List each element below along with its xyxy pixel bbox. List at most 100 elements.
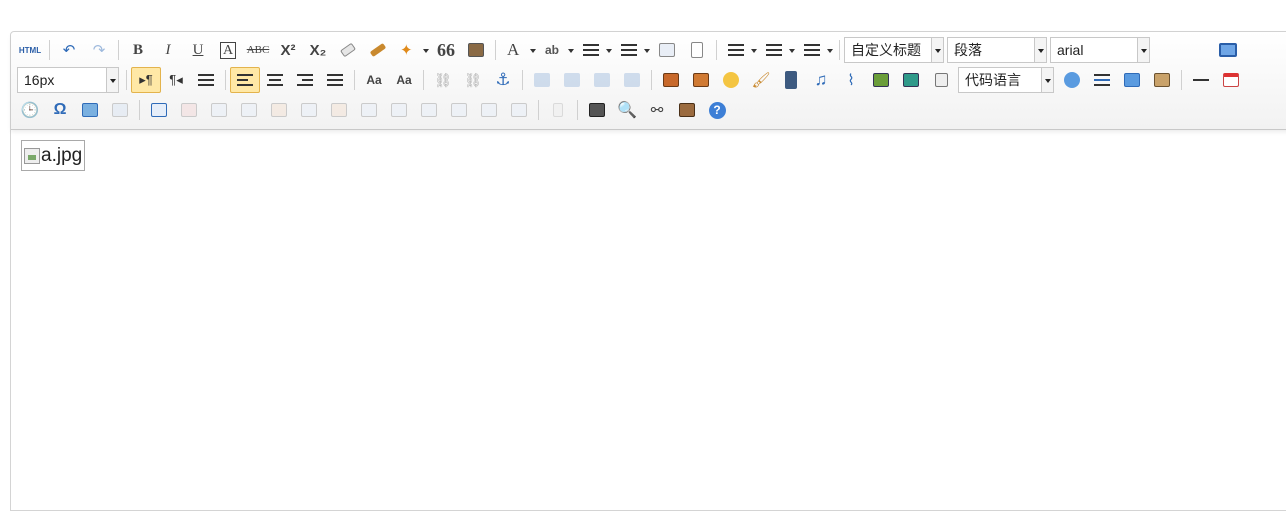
paragraph-format-select[interactable]: 段落 — [947, 37, 1047, 63]
image-none-button[interactable] — [527, 67, 557, 93]
insert-image-button[interactable] — [686, 67, 716, 93]
subscript-button[interactable]: X₂ — [303, 37, 333, 63]
ordered-list-button[interactable] — [576, 37, 614, 63]
emotion-button[interactable] — [716, 67, 746, 93]
omega-icon: Ω — [53, 101, 67, 118]
paint-palette-icon: 🖌 — [751, 72, 771, 89]
horizontal-rule-button[interactable] — [1186, 67, 1216, 93]
font-border-button[interactable]: A — [213, 37, 243, 63]
image-right-button[interactable] — [587, 67, 617, 93]
insert-time-button[interactable]: 🕒 — [15, 97, 45, 123]
toolbar-row-1: HTML ↶ ↷ B I U A ABC X² X₂ ✦ 66 A ab 自定义… — [15, 36, 1243, 64]
insert-row-button[interactable] — [234, 97, 264, 123]
font-color-button[interactable]: A — [500, 37, 538, 63]
webapp-button[interactable] — [926, 67, 956, 93]
direction-rtl-button[interactable]: ¶◂ — [161, 67, 191, 93]
broken-image[interactable]: a.jpg — [21, 140, 86, 171]
link-button[interactable]: ⛓ — [428, 67, 458, 93]
split-to-rows-button[interactable] — [474, 97, 504, 123]
auto-typeset-button[interactable]: ✦ — [393, 37, 431, 63]
insert-frame-button[interactable] — [866, 67, 896, 93]
justify-full-button[interactable] — [320, 67, 350, 93]
special-chars-button[interactable]: Ω — [45, 97, 75, 123]
attachment-button[interactable]: ⌇ — [836, 67, 866, 93]
template-button[interactable] — [1117, 67, 1147, 93]
caption-icon — [211, 103, 227, 117]
custom-heading-select[interactable]: 自定义标题 — [844, 37, 944, 63]
unordered-list-button[interactable] — [614, 37, 652, 63]
code-language-select[interactable]: 代码语言 — [958, 67, 1054, 93]
simple-upload-button[interactable] — [656, 67, 686, 93]
redo-button[interactable]: ↷ — [84, 37, 114, 63]
help-button[interactable]: ? — [702, 97, 732, 123]
background-color-button[interactable]: ab — [538, 37, 576, 63]
editor-content[interactable]: a.jpg — [21, 140, 86, 171]
font-size-select[interactable]: 16px — [17, 67, 119, 93]
fullscreen-button[interactable] — [1213, 37, 1243, 63]
align-center-icon — [267, 74, 283, 86]
image-center-button[interactable] — [617, 67, 647, 93]
indent-button[interactable] — [191, 67, 221, 93]
to-lowercase-button[interactable]: Aa — [389, 67, 419, 93]
music-button[interactable]: ♫ — [806, 67, 836, 93]
insert-caption-button[interactable] — [204, 97, 234, 123]
row-spacing-top-icon — [728, 44, 744, 56]
direction-ltr-button[interactable]: ▸¶ — [131, 67, 161, 93]
select-all-button[interactable] — [652, 37, 682, 63]
line-height-button[interactable] — [797, 37, 835, 63]
merge-down-button[interactable] — [414, 97, 444, 123]
toolbar-divider — [716, 40, 717, 60]
strikethrough-button[interactable]: ABC — [243, 37, 273, 63]
justify-left-button[interactable] — [230, 67, 260, 93]
justify-right-button[interactable] — [290, 67, 320, 93]
bold-button[interactable]: B — [123, 37, 153, 63]
blockquote-button[interactable]: 66 — [431, 37, 461, 63]
insert-code-button[interactable] — [896, 67, 926, 93]
monitor-icon — [1219, 43, 1237, 57]
scrawl-button[interactable]: 🖌 — [746, 67, 776, 93]
edittip-button[interactable] — [105, 97, 135, 123]
anchor-button[interactable]: ⚓ — [488, 67, 518, 93]
toolbar-divider — [522, 70, 523, 90]
row-spacing-top-button[interactable] — [721, 37, 759, 63]
font-family-select[interactable]: arial — [1050, 37, 1150, 63]
paste-plain-icon — [468, 43, 484, 57]
superscript-button[interactable]: X² — [273, 37, 303, 63]
search-replace-button[interactable]: ⚯ — [642, 97, 672, 123]
delete-row-button[interactable] — [264, 97, 294, 123]
image-left-button[interactable] — [557, 67, 587, 93]
clear-doc-button[interactable] — [682, 37, 712, 63]
insert-date-button[interactable] — [1216, 67, 1246, 93]
italic-button[interactable]: I — [153, 37, 183, 63]
justify-center-button[interactable] — [260, 67, 290, 93]
merge-cells-button[interactable] — [354, 97, 384, 123]
split-to-cols-button[interactable] — [504, 97, 534, 123]
preview-button[interactable]: 🔍 — [612, 97, 642, 123]
merge-right-button[interactable] — [384, 97, 414, 123]
page-break-button[interactable] — [1057, 67, 1087, 93]
row-spacing-bottom-button[interactable] — [759, 37, 797, 63]
insert-video-button[interactable] — [776, 67, 806, 93]
split-to-cells-button[interactable] — [444, 97, 474, 123]
drafts-button[interactable] — [672, 97, 702, 123]
remove-format-button[interactable] — [333, 37, 363, 63]
paste-plain-button[interactable] — [461, 37, 491, 63]
undo-button[interactable]: ↶ — [54, 37, 84, 63]
delete-table-button[interactable] — [174, 97, 204, 123]
underline-button[interactable]: U — [183, 37, 213, 63]
background-button[interactable] — [1147, 67, 1177, 93]
insert-col-button[interactable] — [294, 97, 324, 123]
insert-table-button[interactable] — [144, 97, 174, 123]
print-button[interactable] — [582, 97, 612, 123]
format-match-button[interactable] — [363, 37, 393, 63]
to-uppercase-button[interactable]: Aa — [359, 67, 389, 93]
horizontal-split-button[interactable] — [1087, 67, 1117, 93]
align-right-icon — [297, 74, 313, 86]
unlink-button[interactable]: ⛓ — [458, 67, 488, 93]
html-source-button[interactable]: HTML — [15, 37, 45, 63]
split-cols-icon — [511, 103, 527, 117]
edittip-icon — [112, 103, 128, 117]
delete-col-button[interactable] — [324, 97, 354, 123]
wordimage-button[interactable] — [75, 97, 105, 123]
charts-button[interactable] — [543, 97, 573, 123]
